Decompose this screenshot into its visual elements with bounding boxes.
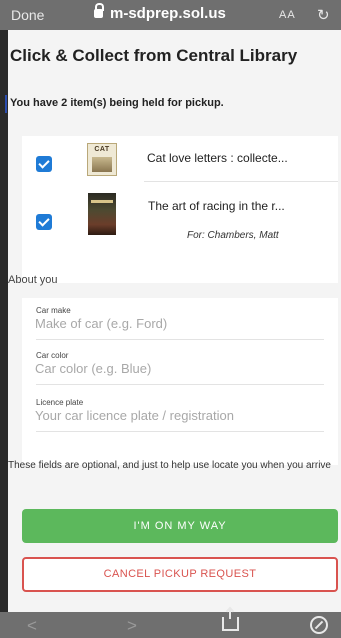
text-size-button[interactable]: AA: [279, 9, 296, 21]
share-icon[interactable]: [222, 608, 239, 631]
reload-icon[interactable]: ↻: [317, 6, 330, 24]
car-color-label: Car color: [36, 351, 69, 360]
item-checkbox[interactable]: [36, 214, 52, 230]
cancel-pickup-button[interactable]: CANCEL PICKUP REQUEST: [22, 557, 338, 592]
car-make-field: Car make: [35, 306, 325, 340]
done-button[interactable]: Done: [11, 7, 44, 23]
book-cover-image: CAT: [87, 143, 117, 176]
page-title: Click & Collect from Central Library: [10, 46, 298, 65]
section-heading: About you: [8, 274, 58, 286]
left-edge-marker: [0, 95, 7, 113]
browser-bottom-bar: < >: [0, 608, 341, 638]
list-item[interactable]: The art of racing in the r... For: Chamb…: [22, 181, 338, 283]
compass-icon[interactable]: [310, 616, 328, 634]
held-items-list: CAT Cat love letters : collecte... The a…: [22, 136, 338, 283]
car-color-input[interactable]: [35, 361, 325, 376]
cover-text: CAT: [94, 146, 110, 153]
lock-icon: [94, 3, 104, 18]
address-bar[interactable]: m-sdprep.sol.us: [94, 3, 226, 22]
item-title: The art of racing in the r...: [148, 199, 285, 213]
forward-icon[interactable]: >: [127, 616, 137, 636]
item-checkbox[interactable]: [36, 156, 52, 172]
back-icon[interactable]: <: [27, 616, 37, 636]
car-color-field: Car color: [35, 351, 325, 385]
browser-top-bar: Done m-sdprep.sol.us AA ↻: [0, 0, 341, 30]
book-cover-image: [88, 193, 116, 235]
licence-plate-label: Licence plate: [36, 398, 84, 407]
on-my-way-button[interactable]: I'M ON MY WAY: [22, 509, 338, 543]
list-item[interactable]: CAT Cat love letters : collecte...: [22, 136, 338, 181]
car-make-input[interactable]: [35, 316, 325, 331]
licence-plate-input[interactable]: [35, 408, 325, 423]
car-details-form: Car make Car color Licence plate: [22, 298, 338, 465]
item-patron: For: Chambers, Matt: [187, 230, 279, 241]
screen: Done m-sdprep.sol.us AA ↻ Click & Collec…: [0, 0, 341, 638]
licence-plate-field: Licence plate: [35, 398, 325, 432]
url-text: m-sdprep.sol.us: [110, 5, 226, 22]
page-content: Click & Collect from Central Library You…: [8, 30, 341, 612]
item-title: Cat love letters : collecte...: [147, 151, 288, 165]
car-make-label: Car make: [36, 306, 71, 315]
hold-summary: You have 2 item(s) being held for pickup…: [10, 97, 224, 109]
optional-note: These fields are optional, and just to h…: [8, 460, 331, 471]
cover-picture: [92, 157, 112, 172]
